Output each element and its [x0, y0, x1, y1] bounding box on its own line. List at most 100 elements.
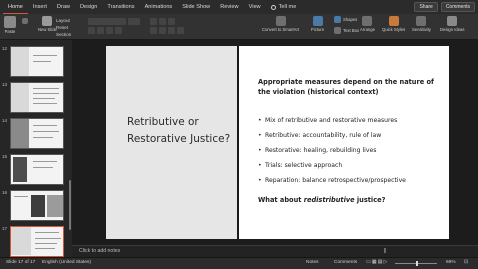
paragraph-controls[interactable] [150, 18, 175, 26]
zoom-level[interactable]: 69% [446, 260, 456, 265]
notes-pane[interactable]: Click to add notes [72, 245, 478, 257]
thumb-image [11, 119, 29, 148]
thumb-number-15: 15 [2, 154, 8, 159]
slide-editor: Retributive or Restorative Justice? Appr… [72, 40, 478, 245]
text-box-icon [334, 27, 341, 34]
thumb-line [35, 248, 55, 249]
align-controls[interactable] [150, 27, 184, 35]
slide-canvas[interactable]: Retributive or Restorative Justice? Appr… [106, 46, 449, 239]
closing-emphasis: redistributive [303, 196, 355, 204]
language-indicator[interactable]: English (United States) [42, 260, 91, 265]
convert-smartart-button[interactable]: Convert to SmartArt [262, 16, 299, 32]
shapes-icon [334, 16, 341, 23]
closing-suffix: justice? [354, 196, 386, 204]
slide-thumbnail-14[interactable] [10, 118, 64, 149]
comments-toggle[interactable]: Comments [334, 260, 357, 265]
tab-design[interactable]: Design [75, 0, 102, 14]
slide-count: Slide 17 of 17 [6, 260, 36, 265]
align-center-icon[interactable] [159, 27, 166, 34]
thumbnail-scrollbar[interactable] [69, 180, 71, 230]
share-controls: Share Comments [414, 2, 475, 12]
new-slide-icon [42, 16, 53, 26]
reset-button[interactable]: Reset [56, 24, 71, 31]
bullet-list[interactable]: Mix of retributive and restorative measu… [258, 116, 443, 191]
notes-placeholder: Click to add notes [79, 248, 121, 254]
thumb-line [33, 88, 59, 89]
clipboard-icon [4, 16, 16, 28]
tab-transitions[interactable]: Transitions [102, 0, 139, 14]
lightbulb-icon [270, 4, 276, 10]
format-buttons[interactable] [88, 27, 122, 35]
arrange-icon [362, 16, 373, 26]
powerpoint-window: Home Insert Draw Design Transitions Anim… [0, 0, 478, 269]
slide-thumbnail-17[interactable] [10, 226, 64, 257]
view-buttons[interactable]: ▭ ▦ ▤ ▷ [366, 260, 387, 265]
slide-thumbnail-13[interactable] [10, 82, 64, 113]
thumb-number-13: 13 [2, 82, 8, 87]
comments-button[interactable]: Comments [440, 2, 475, 12]
slide-thumbnail-12[interactable] [10, 46, 64, 77]
indent-icon[interactable] [168, 18, 175, 25]
sensitivity-icon [416, 16, 427, 26]
design-ideas-icon [447, 16, 458, 26]
tab-review[interactable]: Review [215, 0, 243, 14]
text-box-label: Text Box [343, 28, 360, 33]
tab-insert[interactable]: Insert [28, 0, 52, 14]
new-slide-button[interactable]: New Slide [38, 16, 57, 32]
thumb-image [13, 157, 27, 182]
smartart-icon [275, 16, 286, 26]
fit-slide-icon[interactable]: ⊡ [464, 260, 468, 265]
sensitivity-button[interactable]: Sensitivity [412, 16, 431, 32]
tab-view[interactable]: View [244, 0, 266, 14]
paste-button[interactable]: Paste [4, 16, 16, 34]
text-box-button[interactable]: Text Box [334, 27, 359, 34]
tab-slide-show[interactable]: Slide Show [177, 0, 215, 14]
section-button[interactable]: Section [56, 31, 71, 38]
closing-prefix: What about [258, 196, 304, 204]
italic-icon[interactable] [97, 27, 104, 34]
slide-thumbnail-16[interactable] [10, 190, 64, 221]
slide-heading[interactable]: Appropriate measures depend on the natur… [258, 77, 438, 97]
quick-styles-icon [388, 16, 399, 26]
thumb-line [35, 243, 57, 244]
slide-title[interactable]: Retributive or Restorative Justice? [127, 114, 232, 148]
closing-question[interactable]: What about redistributive justice? [258, 196, 385, 204]
picture-button[interactable]: Picture [311, 16, 324, 32]
thumb-line [14, 196, 28, 197]
numbering-icon[interactable] [159, 18, 166, 25]
align-left-icon[interactable] [150, 27, 157, 34]
align-right-icon[interactable] [168, 27, 175, 34]
arrange-button[interactable]: Arrange [360, 16, 375, 32]
tab-draw[interactable]: Draw [52, 0, 75, 14]
font-name-box[interactable] [88, 18, 126, 25]
strike-icon[interactable] [115, 27, 122, 34]
tell-me-search[interactable]: Tell me [266, 0, 302, 14]
font-controls[interactable] [88, 18, 140, 26]
zoom-slider-handle[interactable] [416, 261, 418, 266]
thumb-line [33, 61, 51, 62]
share-button[interactable]: Share [414, 2, 438, 12]
bullets-icon[interactable] [150, 18, 157, 25]
notes-toggle[interactable]: Notes [306, 260, 319, 265]
design-ideas-label: Design Ideas [440, 27, 465, 32]
font-size-box[interactable] [128, 18, 140, 25]
thumb-number-17: 17 [2, 226, 8, 231]
thumb-line [33, 125, 57, 126]
thumb-line [35, 232, 59, 233]
justify-icon[interactable] [177, 27, 184, 34]
tab-home[interactable]: Home [3, 0, 28, 14]
thumb-line [33, 131, 59, 132]
layout-button[interactable]: Layout [56, 17, 71, 24]
bold-icon[interactable] [88, 27, 95, 34]
slide-thumbnail-15[interactable] [10, 154, 64, 185]
design-ideas-button[interactable]: Design Ideas [440, 16, 464, 32]
slide-thumbnail-panel[interactable]: 12 13 14 15 16 17 [0, 40, 72, 257]
thumb-panel [11, 227, 31, 255]
underline-icon[interactable] [106, 27, 113, 34]
shapes-button[interactable]: Shapes [334, 16, 357, 23]
format-painter-button[interactable] [22, 16, 28, 24]
tab-animations[interactable]: Animations [140, 0, 178, 14]
brush-icon [22, 18, 28, 24]
quick-styles-button[interactable]: Quick Styles [382, 16, 405, 32]
paste-label: Paste [4, 29, 16, 34]
